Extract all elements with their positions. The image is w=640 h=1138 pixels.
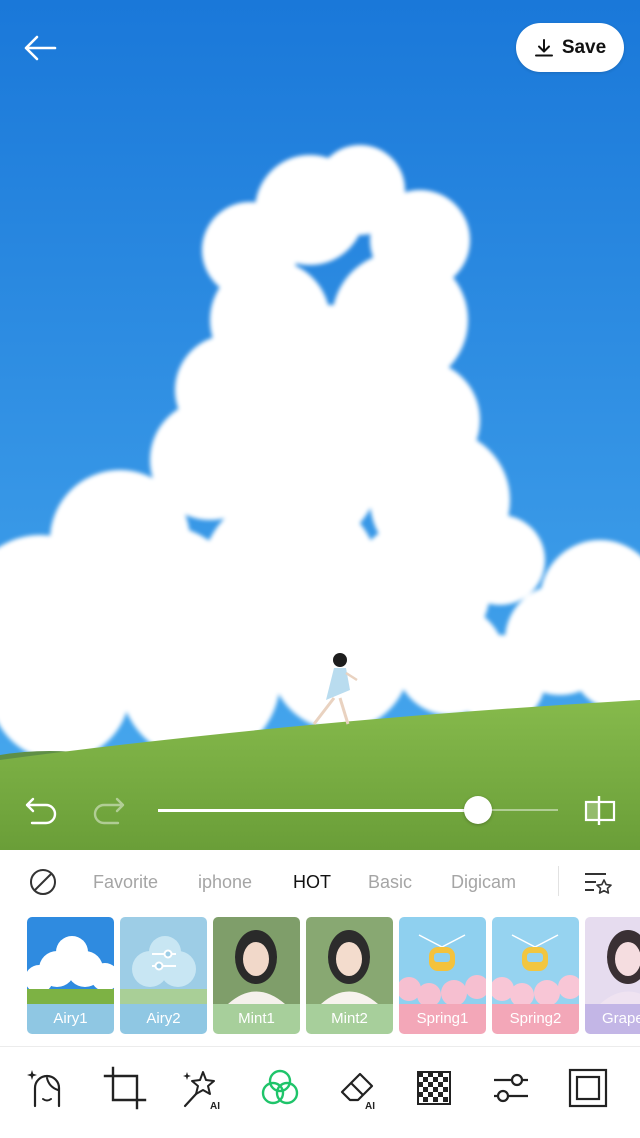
undo-icon xyxy=(25,797,57,825)
filter-card-spring1[interactable]: Spring1 xyxy=(399,917,486,1034)
tool-adjust[interactable] xyxy=(489,1066,533,1110)
svg-text:AI: AI xyxy=(365,1101,375,1110)
manage-favorites-icon xyxy=(585,873,612,894)
tool-ai-magic[interactable]: AI xyxy=(181,1066,225,1110)
undo-button[interactable] xyxy=(22,790,62,830)
filter-label: Spring2 xyxy=(492,1004,579,1034)
filter-label: Mint2 xyxy=(306,1004,393,1034)
filter-card-airy1[interactable]: Airy1 xyxy=(27,917,114,1034)
frame-icon xyxy=(568,1068,608,1108)
mosaic-icon xyxy=(417,1071,451,1105)
toolbar-divider xyxy=(0,1046,640,1047)
filter-card-mint2[interactable]: Mint2 xyxy=(306,917,393,1034)
filter-thumbnail xyxy=(213,917,300,1004)
tool-crop[interactable] xyxy=(103,1066,147,1110)
face-retouch-icon xyxy=(27,1070,61,1108)
filter-label: Grape xyxy=(585,1004,640,1034)
tool-face-retouch[interactable] xyxy=(25,1066,69,1110)
compare-icon xyxy=(584,796,616,825)
filter-thumbnail xyxy=(120,917,207,1004)
redo-button[interactable] xyxy=(88,790,128,830)
crop-icon xyxy=(103,1066,147,1110)
filter-thumbnail xyxy=(492,917,579,1004)
tab-basic[interactable]: Basic xyxy=(368,872,412,893)
tool-frame[interactable] xyxy=(566,1066,610,1110)
ai-eraser-icon: AI xyxy=(340,1072,375,1110)
slider-thumb[interactable] xyxy=(464,796,492,824)
no-filter-button[interactable] xyxy=(28,867,58,897)
filter-thumbnail xyxy=(27,917,114,1004)
ai-magic-wand-icon: AI xyxy=(183,1071,220,1110)
filter-thumbnail xyxy=(585,917,640,1004)
filter-card-airy2[interactable]: Airy2 xyxy=(120,917,207,1034)
redo-icon xyxy=(93,797,125,825)
manage-filters-button[interactable] xyxy=(582,868,614,898)
intensity-slider[interactable] xyxy=(158,795,558,825)
tab-digicam[interactable]: Digicam xyxy=(451,872,516,893)
filter-presets: Airy1 Airy2 Mint1 Mint2 Spring1 Spring2 … xyxy=(0,916,640,1036)
save-label: Save xyxy=(561,36,607,58)
save-button[interactable]: Save xyxy=(516,23,624,72)
filter-thumbnail xyxy=(306,917,393,1004)
adjust-icon xyxy=(494,1073,528,1103)
filter-label: Mint1 xyxy=(213,1004,300,1034)
edited-photo xyxy=(0,0,640,850)
svg-text:AI: AI xyxy=(210,1101,220,1110)
arrow-left-icon xyxy=(24,35,57,61)
compare-button[interactable] xyxy=(582,792,618,828)
tool-mosaic[interactable] xyxy=(412,1066,456,1110)
tab-favorite[interactable]: Favorite xyxy=(93,872,158,893)
filter-label: Spring1 xyxy=(399,1004,486,1034)
tab-divider xyxy=(558,866,559,896)
filter-card-mint1[interactable]: Mint1 xyxy=(213,917,300,1034)
filter-label: Airy2 xyxy=(120,1004,207,1034)
tab-iphone[interactable]: iphone xyxy=(198,872,252,893)
tool-ai-eraser[interactable]: AI xyxy=(336,1066,380,1110)
slider-fill xyxy=(158,809,478,812)
photo-canvas xyxy=(0,0,640,850)
back-button[interactable] xyxy=(18,28,62,68)
no-filter-icon xyxy=(30,869,56,895)
download-icon xyxy=(534,38,553,56)
filter-card-spring2[interactable]: Spring2 xyxy=(492,917,579,1034)
tool-filter[interactable] xyxy=(258,1066,302,1110)
filter-card-grape[interactable]: Grape xyxy=(585,917,640,1034)
tab-hot[interactable]: HOT xyxy=(293,872,331,893)
filter-thumbnail xyxy=(399,917,486,1004)
filter-label: Airy1 xyxy=(27,1004,114,1034)
filter-icon xyxy=(261,1069,299,1105)
